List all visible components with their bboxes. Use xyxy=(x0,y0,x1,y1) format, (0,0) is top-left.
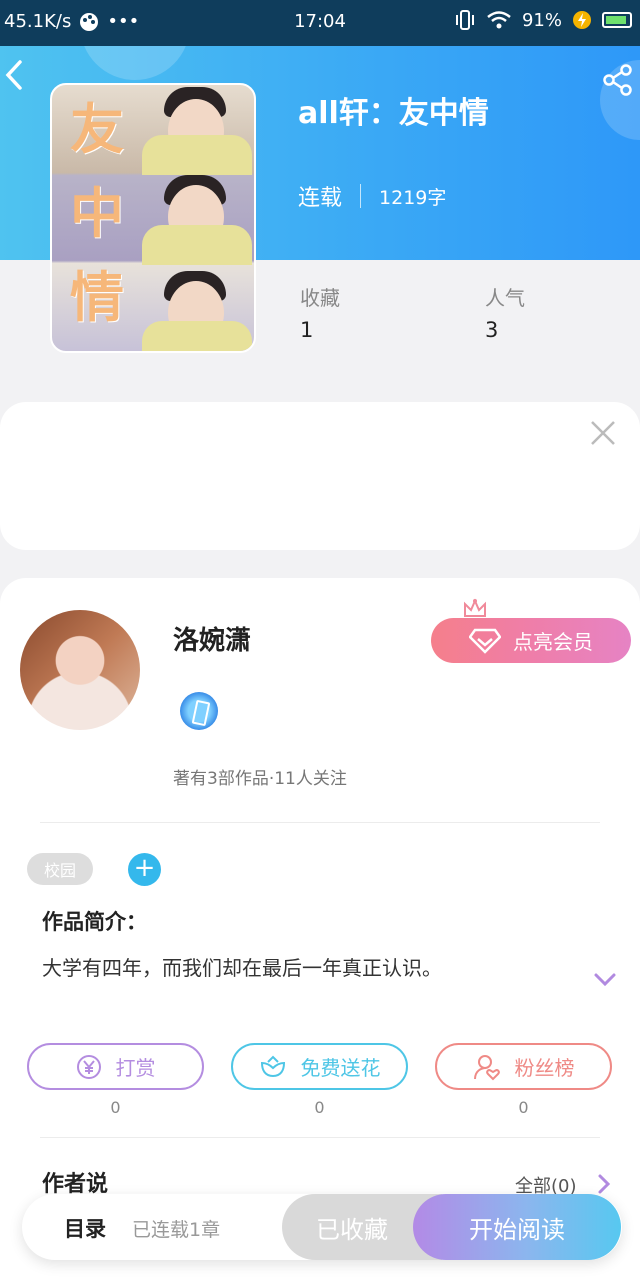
status-bar: 45.1K/s ••• 17:04 91% xyxy=(0,0,640,46)
meta-divider xyxy=(360,184,362,208)
battery-icon xyxy=(602,12,632,28)
intro-heading: 作品简介： xyxy=(42,910,147,934)
divider xyxy=(40,1137,600,1138)
chevron-left-icon xyxy=(5,60,22,90)
toc-button[interactable]: 目录 xyxy=(64,1213,106,1243)
close-ad-button[interactable] xyxy=(588,418,618,448)
crown-icon xyxy=(464,598,486,617)
vibrate-icon xyxy=(455,10,474,30)
fan-user-icon xyxy=(473,1054,500,1080)
start-reading-button[interactable]: 开始阅读 xyxy=(413,1194,621,1260)
send-flower-button[interactable]: 免费送花 xyxy=(231,1043,408,1090)
reward-count: 0 xyxy=(110,1098,121,1117)
share-button[interactable] xyxy=(600,62,636,98)
close-icon xyxy=(591,421,615,445)
popularity-value: 3 xyxy=(485,318,499,342)
share-icon xyxy=(603,64,632,96)
chevron-right-icon[interactable] xyxy=(596,1172,612,1196)
yen-coin-icon xyxy=(76,1054,101,1079)
diamond-icon xyxy=(469,628,501,654)
divider xyxy=(40,822,600,823)
reward-button[interactable]: 打赏 xyxy=(27,1043,204,1090)
book-meta: 连载 1219字 xyxy=(298,180,446,212)
cover-title-char: 中 xyxy=(70,181,124,245)
author-avatar[interactable] xyxy=(20,610,140,730)
tag-chip[interactable]: 校园 xyxy=(27,853,93,885)
send-flower-label: 免费送花 xyxy=(300,1056,381,1080)
toc-progress: 已连载1章 xyxy=(132,1219,221,1241)
flower-icon xyxy=(260,1055,285,1077)
charging-icon xyxy=(573,11,591,29)
serial-status: 连载 xyxy=(298,186,343,211)
book-cover[interactable]: 友 中 情 xyxy=(50,83,256,353)
word-count: 1219字 xyxy=(379,186,447,209)
fan-count: 0 xyxy=(518,1098,529,1117)
chevron-down-icon[interactable] xyxy=(593,970,617,990)
flower-count: 0 xyxy=(314,1098,325,1117)
vip-button-label: 点亮会员 xyxy=(513,630,593,654)
add-tag-button[interactable]: + xyxy=(128,853,161,886)
intro-text: 大学有四年，而我们却在最后一年真正认识。 xyxy=(42,956,442,980)
fan-ranking-button[interactable]: 粉丝榜 xyxy=(435,1043,612,1090)
author-info: 著有3部作品·11人关注 xyxy=(173,769,347,789)
fan-ranking-label: 粉丝榜 xyxy=(514,1056,575,1080)
battery-percent: 91% xyxy=(521,9,562,31)
author-name[interactable]: 洛婉潇 xyxy=(173,620,251,657)
back-button[interactable] xyxy=(0,58,30,98)
start-reading-label: 开始阅读 xyxy=(469,1215,565,1244)
author-badge-icon xyxy=(180,692,218,730)
book-title: all轩：友中情 xyxy=(298,96,489,131)
favorites-label: 收藏 xyxy=(300,286,340,310)
wifi-icon xyxy=(487,11,511,29)
reward-label: 打赏 xyxy=(115,1056,156,1080)
favorites-value: 1 xyxy=(300,318,314,342)
cover-title-char: 情 xyxy=(70,265,124,329)
popularity-label: 人气 xyxy=(485,286,525,310)
cover-title-char: 友 xyxy=(70,97,124,161)
vip-button[interactable]: 点亮会员 xyxy=(431,618,631,663)
ad-card xyxy=(0,402,640,550)
collected-label: 已收藏 xyxy=(316,1215,388,1244)
